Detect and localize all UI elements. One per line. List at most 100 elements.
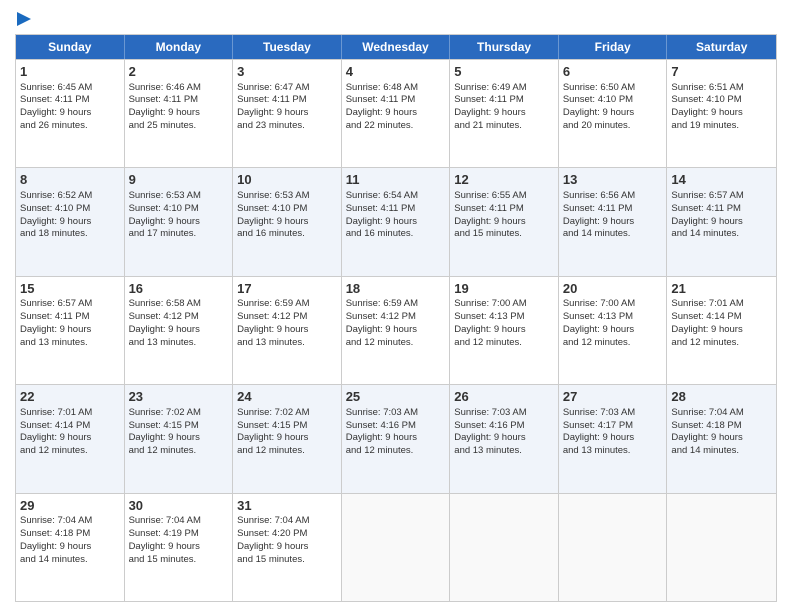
day-info-line: and 13 minutes. bbox=[563, 445, 663, 458]
day-info-line: Sunrise: 7:03 AM bbox=[454, 407, 554, 420]
day-info-line: Sunset: 4:11 PM bbox=[20, 311, 120, 324]
day-number: 5 bbox=[454, 63, 554, 81]
day-info-line: and 14 minutes. bbox=[20, 554, 120, 567]
week-row-4: 22Sunrise: 7:01 AMSunset: 4:14 PMDayligh… bbox=[16, 384, 776, 492]
day-number: 3 bbox=[237, 63, 337, 81]
calendar-body: 1Sunrise: 6:45 AMSunset: 4:11 PMDaylight… bbox=[16, 59, 776, 601]
logo bbox=[15, 10, 33, 28]
day-info-line: Sunrise: 7:04 AM bbox=[671, 407, 772, 420]
day-info-line: Sunset: 4:10 PM bbox=[237, 203, 337, 216]
day-cell-10: 10Sunrise: 6:53 AMSunset: 4:10 PMDayligh… bbox=[233, 168, 342, 275]
day-info-line: Sunset: 4:16 PM bbox=[454, 420, 554, 433]
day-info-line: and 21 minutes. bbox=[454, 120, 554, 133]
day-info-line: Sunset: 4:10 PM bbox=[129, 203, 229, 216]
day-info-line: Sunrise: 7:03 AM bbox=[346, 407, 446, 420]
day-cell-22: 22Sunrise: 7:01 AMSunset: 4:14 PMDayligh… bbox=[16, 385, 125, 492]
day-cell-30: 30Sunrise: 7:04 AMSunset: 4:19 PMDayligh… bbox=[125, 494, 234, 601]
day-info-line: and 15 minutes. bbox=[237, 554, 337, 567]
day-info-line: Daylight: 9 hours bbox=[671, 324, 772, 337]
day-info-line: Daylight: 9 hours bbox=[20, 107, 120, 120]
day-info-line: Daylight: 9 hours bbox=[237, 324, 337, 337]
day-info-line: Daylight: 9 hours bbox=[346, 432, 446, 445]
day-cell-23: 23Sunrise: 7:02 AMSunset: 4:15 PMDayligh… bbox=[125, 385, 234, 492]
day-info-line: Sunset: 4:11 PM bbox=[454, 203, 554, 216]
day-info-line: Sunset: 4:14 PM bbox=[20, 420, 120, 433]
day-info-line: Sunrise: 6:45 AM bbox=[20, 82, 120, 95]
day-number: 12 bbox=[454, 171, 554, 189]
day-number: 19 bbox=[454, 280, 554, 298]
day-info-line: Sunrise: 6:58 AM bbox=[129, 298, 229, 311]
day-info-line: Sunset: 4:11 PM bbox=[129, 94, 229, 107]
day-info-line: and 14 minutes. bbox=[671, 445, 772, 458]
day-info-line: and 13 minutes. bbox=[20, 337, 120, 350]
logo-arrow-icon bbox=[17, 12, 33, 28]
day-cell-19: 19Sunrise: 7:00 AMSunset: 4:13 PMDayligh… bbox=[450, 277, 559, 384]
day-info-line: Daylight: 9 hours bbox=[346, 107, 446, 120]
day-info-line: and 16 minutes. bbox=[237, 228, 337, 241]
day-info-line: Sunrise: 6:46 AM bbox=[129, 82, 229, 95]
header-day-monday: Monday bbox=[125, 35, 234, 59]
day-info-line: Daylight: 9 hours bbox=[20, 216, 120, 229]
day-info-line: and 12 minutes. bbox=[346, 445, 446, 458]
day-number: 7 bbox=[671, 63, 772, 81]
empty-cell bbox=[559, 494, 668, 601]
page: SundayMondayTuesdayWednesdayThursdayFrid… bbox=[0, 0, 792, 612]
day-cell-4: 4Sunrise: 6:48 AMSunset: 4:11 PMDaylight… bbox=[342, 60, 451, 167]
day-info-line: Sunset: 4:11 PM bbox=[563, 203, 663, 216]
day-info-line: Sunset: 4:16 PM bbox=[346, 420, 446, 433]
day-info-line: Sunset: 4:15 PM bbox=[237, 420, 337, 433]
day-info-line: Daylight: 9 hours bbox=[671, 107, 772, 120]
day-info-line: Daylight: 9 hours bbox=[129, 324, 229, 337]
day-number: 4 bbox=[346, 63, 446, 81]
day-info-line: Sunset: 4:12 PM bbox=[346, 311, 446, 324]
day-info-line: and 16 minutes. bbox=[346, 228, 446, 241]
day-cell-5: 5Sunrise: 6:49 AMSunset: 4:11 PMDaylight… bbox=[450, 60, 559, 167]
day-cell-12: 12Sunrise: 6:55 AMSunset: 4:11 PMDayligh… bbox=[450, 168, 559, 275]
day-info-line: Daylight: 9 hours bbox=[454, 107, 554, 120]
day-info-line: Daylight: 9 hours bbox=[563, 432, 663, 445]
week-row-2: 8Sunrise: 6:52 AMSunset: 4:10 PMDaylight… bbox=[16, 167, 776, 275]
day-info-line: Daylight: 9 hours bbox=[563, 216, 663, 229]
day-info-line: Daylight: 9 hours bbox=[671, 432, 772, 445]
day-cell-28: 28Sunrise: 7:04 AMSunset: 4:18 PMDayligh… bbox=[667, 385, 776, 492]
day-info-line: Daylight: 9 hours bbox=[454, 432, 554, 445]
day-info-line: and 15 minutes. bbox=[129, 554, 229, 567]
day-cell-31: 31Sunrise: 7:04 AMSunset: 4:20 PMDayligh… bbox=[233, 494, 342, 601]
day-info-line: and 17 minutes. bbox=[129, 228, 229, 241]
day-info-line: Sunrise: 6:56 AM bbox=[563, 190, 663, 203]
day-info-line: Sunrise: 7:04 AM bbox=[20, 515, 120, 528]
day-info-line: Sunset: 4:18 PM bbox=[671, 420, 772, 433]
day-info-line: and 26 minutes. bbox=[20, 120, 120, 133]
day-number: 1 bbox=[20, 63, 120, 81]
day-cell-6: 6Sunrise: 6:50 AMSunset: 4:10 PMDaylight… bbox=[559, 60, 668, 167]
day-number: 2 bbox=[129, 63, 229, 81]
day-cell-2: 2Sunrise: 6:46 AMSunset: 4:11 PMDaylight… bbox=[125, 60, 234, 167]
day-cell-17: 17Sunrise: 6:59 AMSunset: 4:12 PMDayligh… bbox=[233, 277, 342, 384]
day-info-line: Sunset: 4:11 PM bbox=[671, 203, 772, 216]
day-cell-26: 26Sunrise: 7:03 AMSunset: 4:16 PMDayligh… bbox=[450, 385, 559, 492]
day-info-line: Sunrise: 6:47 AM bbox=[237, 82, 337, 95]
day-info-line: Sunset: 4:10 PM bbox=[20, 203, 120, 216]
empty-cell bbox=[450, 494, 559, 601]
day-info-line: Daylight: 9 hours bbox=[454, 324, 554, 337]
day-info-line: Sunrise: 7:00 AM bbox=[454, 298, 554, 311]
day-info-line: Sunrise: 7:02 AM bbox=[129, 407, 229, 420]
header-day-thursday: Thursday bbox=[450, 35, 559, 59]
day-cell-15: 15Sunrise: 6:57 AMSunset: 4:11 PMDayligh… bbox=[16, 277, 125, 384]
day-info-line: Sunset: 4:18 PM bbox=[20, 528, 120, 541]
day-cell-16: 16Sunrise: 6:58 AMSunset: 4:12 PMDayligh… bbox=[125, 277, 234, 384]
day-cell-1: 1Sunrise: 6:45 AMSunset: 4:11 PMDaylight… bbox=[16, 60, 125, 167]
day-info-line: and 14 minutes. bbox=[563, 228, 663, 241]
day-info-line: and 13 minutes. bbox=[237, 337, 337, 350]
day-cell-18: 18Sunrise: 6:59 AMSunset: 4:12 PMDayligh… bbox=[342, 277, 451, 384]
day-info-line: Daylight: 9 hours bbox=[237, 541, 337, 554]
day-number: 13 bbox=[563, 171, 663, 189]
day-number: 25 bbox=[346, 388, 446, 406]
day-number: 22 bbox=[20, 388, 120, 406]
day-cell-24: 24Sunrise: 7:02 AMSunset: 4:15 PMDayligh… bbox=[233, 385, 342, 492]
day-number: 6 bbox=[563, 63, 663, 81]
day-info-line: Daylight: 9 hours bbox=[237, 107, 337, 120]
day-number: 28 bbox=[671, 388, 772, 406]
day-info-line: Sunset: 4:15 PM bbox=[129, 420, 229, 433]
day-cell-14: 14Sunrise: 6:57 AMSunset: 4:11 PMDayligh… bbox=[667, 168, 776, 275]
